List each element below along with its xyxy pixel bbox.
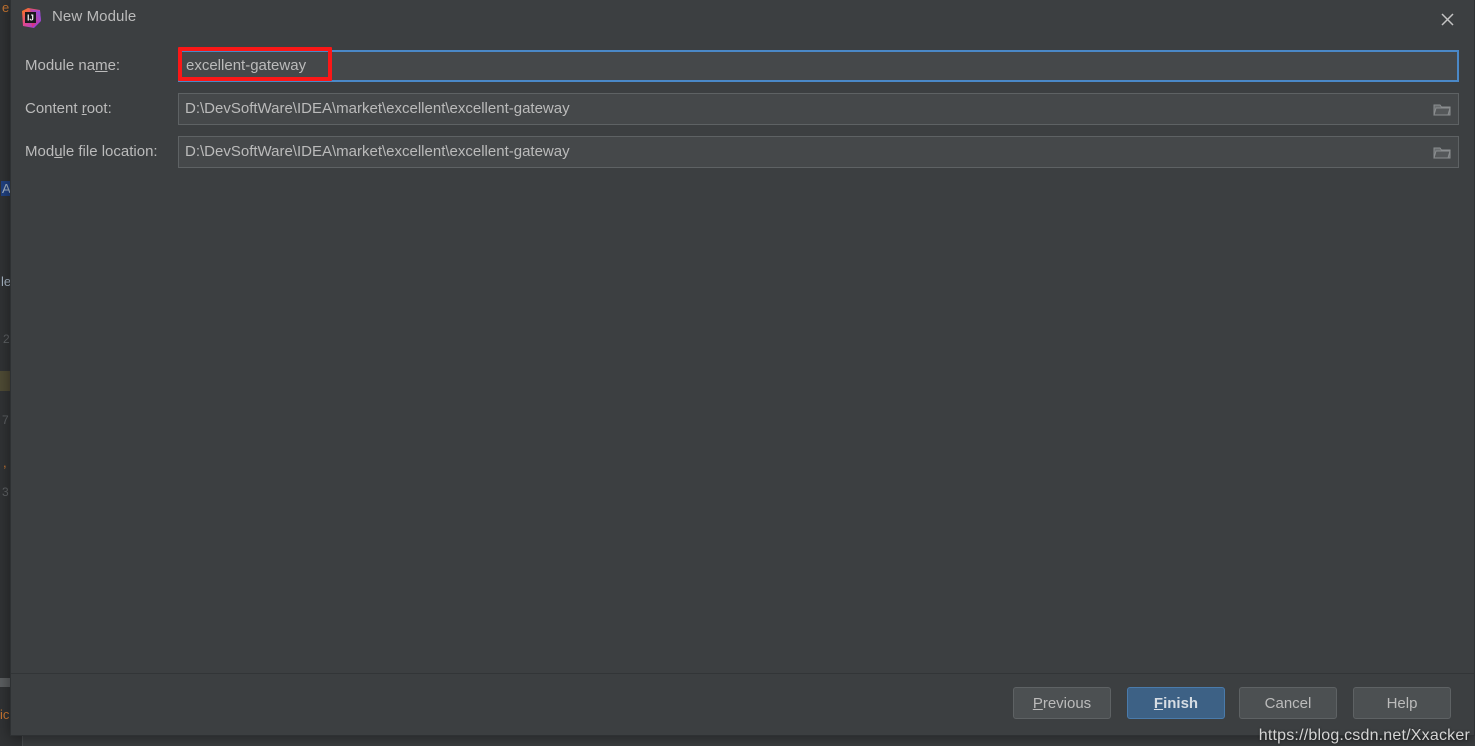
background-line-number: 7: [2, 413, 9, 427]
background-line-number: 2: [3, 332, 10, 346]
dialog-button-bar: Previous Finish Cancel Help: [11, 673, 1474, 735]
new-module-dialog: IJ New Module Module name: excellent-gat…: [10, 0, 1475, 736]
label-module-name: Module name:: [25, 57, 121, 74]
label-module-file-location: Module file location:: [25, 143, 158, 160]
folder-icon[interactable]: [1430, 98, 1454, 120]
finish-button[interactable]: Finish: [1127, 687, 1225, 719]
input-module-file-location[interactable]: D:\DevSoftWare\IDEA\market\excellent\exc…: [178, 136, 1459, 168]
field-row-module-name: Module name: excellent-gateway: [11, 50, 1474, 84]
module-form: Module name: excellent-gateway Content r…: [11, 38, 1474, 673]
background-code-fragment: ,: [3, 455, 7, 470]
input-module-file-location-value: D:\DevSoftWare\IDEA\market\excellent\exc…: [185, 143, 570, 160]
label-content-root: Content root:: [25, 100, 112, 117]
input-content-root[interactable]: D:\DevSoftWare\IDEA\market\excellent\exc…: [178, 93, 1459, 125]
help-button[interactable]: Help: [1353, 687, 1451, 719]
background-line-number: 3: [2, 485, 9, 499]
dialog-title: New Module: [52, 8, 137, 25]
dialog-titlebar: IJ New Module: [11, 0, 1474, 38]
background-code-fragment: ic: [0, 707, 10, 722]
field-row-module-file-location: Module file location: D:\DevSoftWare\IDE…: [11, 136, 1474, 170]
input-content-root-value: D:\DevSoftWare\IDEA\market\excellent\exc…: [185, 100, 570, 117]
intellij-idea-icon: IJ: [20, 7, 42, 29]
input-module-name[interactable]: excellent-gateway: [178, 50, 1459, 82]
close-icon[interactable]: [1430, 4, 1464, 34]
folder-icon[interactable]: [1430, 141, 1454, 163]
previous-button[interactable]: Previous: [1013, 687, 1111, 719]
field-row-content-root: Content root: D:\DevSoftWare\IDEA\market…: [11, 93, 1474, 127]
svg-text:IJ: IJ: [27, 14, 34, 23]
watermark-text: https://blog.csdn.net/Xxacker: [1258, 727, 1470, 744]
cancel-button[interactable]: Cancel: [1239, 687, 1337, 719]
